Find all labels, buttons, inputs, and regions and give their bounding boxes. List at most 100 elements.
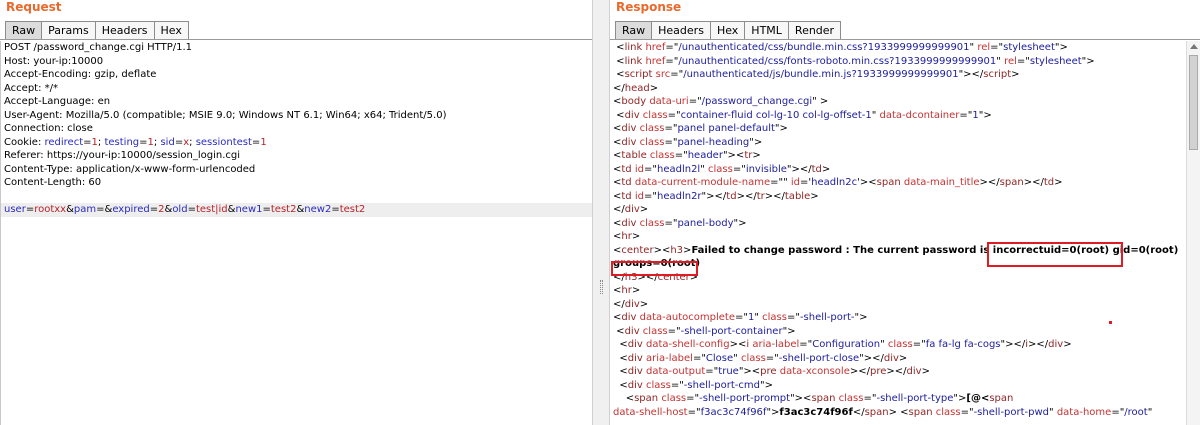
scroll-up-arrow-icon[interactable]: [1190, 44, 1198, 49]
code-token: rootxx: [34, 204, 67, 215]
code-token: f3ac3c74f96f: [700, 406, 767, 418]
code-token: Referer: https://your-ip:10000/session_l…: [4, 150, 241, 161]
response-tab-hex[interactable]: Hex: [709, 21, 746, 40]
code-token: ": [880, 339, 888, 350]
code-token: ": [700, 163, 708, 175]
response-tab-headers[interactable]: Headers: [651, 21, 711, 40]
code-token: class: [661, 393, 687, 404]
code-token: headln2l: [656, 163, 701, 175]
code-token: rel: [1004, 55, 1017, 67]
code-token: true: [718, 366, 739, 377]
pane-splitter[interactable]: [592, 0, 610, 425]
response-tab-html[interactable]: HTML: [744, 21, 789, 40]
code-token: div: [627, 352, 643, 364]
request-pane: Request Raw Params Headers Hex POST /pas…: [0, 0, 592, 425]
scrollbar-thumb[interactable]: [1189, 55, 1198, 150]
code-token: header: [687, 150, 723, 161]
code-token: table: [621, 150, 647, 161]
code-token: panel-body: [677, 217, 734, 229]
code-token: ">: [759, 379, 773, 391]
code-token: <: [613, 69, 625, 80]
response-editor[interactable]: <link href="/unauthenticated/css/bundle.…: [610, 41, 1200, 425]
code-line: Accept-Encoding: gzip, deflate: [1, 68, 592, 82]
code-line: <link href="/unauthenticated/css/bundle.…: [610, 41, 1200, 55]
code-token: Connection: close: [4, 123, 93, 134]
code-token: <: [613, 366, 628, 377]
response-tab-render[interactable]: Render: [787, 21, 842, 40]
code-token: </: [852, 406, 865, 418]
code-token: ><: [729, 339, 747, 350]
code-token: =": [664, 136, 678, 148]
splitter-grip-icon[interactable]: [600, 280, 603, 294]
code-token: =": [664, 217, 678, 229]
code-token: =: [331, 204, 340, 215]
code-token: data-xconsole: [779, 366, 850, 377]
code-token: script: [983, 69, 1012, 80]
request-tab-raw[interactable]: Raw: [5, 21, 43, 40]
code-token: test|id: [195, 204, 228, 215]
code-token: ">: [766, 406, 780, 418]
code-token: > <: [888, 406, 909, 418]
code-token: stylesheet: [1003, 42, 1055, 53]
code-token: -shell-port-prompt: [699, 393, 791, 404]
code-token: =: [25, 204, 35, 215]
code-token: span: [989, 393, 1014, 404]
code-token: span: [864, 406, 889, 418]
code-token: =": [665, 55, 679, 67]
code-token: ">: [953, 393, 967, 404]
code-token: "></: [958, 69, 984, 80]
request-tab-hex[interactable]: Hex: [153, 21, 189, 40]
code-token: id: [634, 190, 644, 202]
code-token: /password_change.cgi: [701, 96, 813, 107]
response-scrollbar[interactable]: [1186, 41, 1200, 425]
code-line: <div class="panel panel-default">: [610, 122, 1200, 136]
code-token: ></: [736, 190, 757, 202]
code-token: id: [790, 177, 801, 188]
code-token: ></: [764, 190, 785, 202]
code-line: </h3></center>: [610, 271, 1200, 285]
code-token: span: [634, 393, 659, 404]
code-token: /unauthenticated/css/bundle.min.css?1933…: [678, 42, 970, 53]
code-line: Referer: https://your-ip:10000/session_l…: [1, 149, 592, 163]
code-token: <: [613, 109, 625, 121]
code-token: =": [644, 190, 657, 202]
code-token: Accept: */*: [4, 82, 58, 94]
code-token: =": [912, 339, 926, 350]
code-token: class: [935, 406, 961, 418]
code-token: ></: [849, 366, 870, 377]
code-token: <: [613, 339, 628, 350]
request-tabs: Raw Params Headers Hex: [5, 21, 189, 40]
code-token: href: [645, 55, 666, 67]
code-token: >: [631, 231, 641, 242]
code-token: ">: [782, 325, 796, 337]
code-token: id: [634, 163, 644, 175]
code-token: ": [754, 312, 763, 323]
request-editor[interactable]: POST /password_change.cgi HTTP/1.1 Host: …: [0, 41, 592, 425]
code-token: test2: [339, 204, 366, 215]
code-line: </head>: [610, 82, 1200, 96]
response-tab-raw[interactable]: Raw: [615, 21, 653, 40]
code-token: >: [631, 285, 641, 296]
code-token: =: [83, 136, 92, 148]
code-token: User-Agent: Mozilla/5.0 (compatible; MSI…: [4, 109, 447, 121]
request-tab-params[interactable]: Params: [41, 21, 96, 40]
code-token: sessiontest: [195, 136, 252, 148]
request-tab-headers[interactable]: Headers: [94, 21, 155, 40]
code-line: <div class="-shell-port-container">: [610, 325, 1200, 339]
code-token: div: [627, 339, 643, 350]
code-token: <: [613, 325, 625, 337]
code-token: 1: [260, 136, 267, 148]
code-token: div: [624, 109, 640, 121]
code-token: -shell-port-type: [876, 393, 954, 404]
code-token: =": [692, 352, 706, 364]
code-token: >: [921, 366, 930, 377]
code-token: td: [811, 163, 822, 175]
code-token: class: [708, 163, 733, 175]
code-token: data-shell-config: [645, 339, 730, 350]
code-token: div: [621, 123, 637, 134]
code-token: link: [624, 55, 643, 67]
code-token: Accept-Language: en: [4, 96, 111, 107]
response-title: Response: [616, 0, 682, 14]
code-token: stylesheet: [1029, 55, 1082, 67]
code-line: Accept-Language: en: [1, 95, 592, 109]
